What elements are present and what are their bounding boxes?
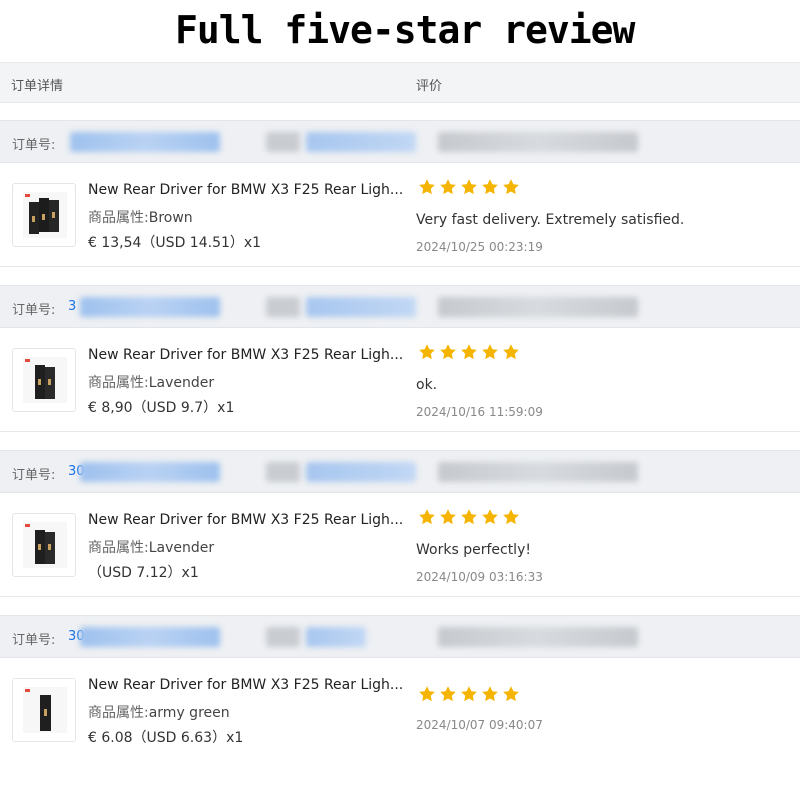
star-icon <box>419 179 435 195</box>
order-number-label: 订单号: <box>12 303 56 318</box>
star-icon <box>440 344 456 360</box>
review-date: 2024/10/07 09:40:07 <box>416 718 543 732</box>
product-title[interactable]: New Rear Driver for BMW X3 F25 Rear Ligh… <box>88 347 403 363</box>
redacted-buyer-label <box>266 297 300 317</box>
product-thumbnail[interactable] <box>12 348 76 412</box>
banner: Full five-star review <box>0 0 800 60</box>
redacted-order-number <box>80 462 220 482</box>
review-date: 2024/10/16 11:59:09 <box>416 405 543 419</box>
product-attribute: 商品属性:Brown <box>88 207 193 227</box>
star-icon <box>461 179 477 195</box>
review-comment: Very fast delivery. Extremely satisfied. <box>416 212 685 228</box>
redacted-buyer-name <box>306 462 416 482</box>
product-price: （USD 7.12）x1 <box>88 565 199 581</box>
redacted-buyer-label <box>266 462 300 482</box>
order-details-header: 订单详情 <box>11 79 64 94</box>
star-icon <box>440 179 456 195</box>
star-icon <box>482 179 498 195</box>
product-thumbnail[interactable] <box>12 513 76 577</box>
order-number[interactable]: 3 <box>68 299 76 314</box>
star-icon <box>440 509 456 525</box>
star-icon <box>482 509 498 525</box>
product-price: € 6.08（USD 6.63）x1 <box>88 730 244 746</box>
star-icon <box>440 686 456 702</box>
order-number-label: 订单号: <box>12 633 56 648</box>
review-header: 评价 <box>416 79 443 94</box>
attribute-value: Brown <box>148 210 193 226</box>
attribute-label: 商品属性: <box>88 705 149 721</box>
product-title[interactable]: New Rear Driver for BMW X3 F25 Rear Ligh… <box>88 182 403 198</box>
product-title[interactable]: New Rear Driver for BMW X3 F25 Rear Ligh… <box>88 677 403 693</box>
attribute-label: 商品属性: <box>88 210 149 226</box>
attribute-label: 商品属性: <box>88 375 149 391</box>
star-icon <box>419 686 435 702</box>
star-icon <box>461 686 477 702</box>
product-attribute: 商品属性:army green <box>88 702 230 722</box>
redacted-buyer-name <box>306 627 366 647</box>
attribute-value: Lavender <box>148 540 215 556</box>
star-icon <box>503 509 519 525</box>
review-comment: ok. <box>416 377 438 393</box>
review-comment: Works perfectly! <box>416 542 531 558</box>
attribute-value: Lavender <box>148 375 215 391</box>
order-header: 订单号: 3 <box>0 285 800 328</box>
star-icon <box>482 686 498 702</box>
product-attribute: 商品属性:Lavender <box>88 372 214 392</box>
redacted-buyer-label <box>266 627 300 647</box>
redacted-order-time <box>438 462 638 482</box>
star-rating <box>418 343 523 361</box>
product-price: € 8,90（USD 9.7）x1 <box>88 400 235 416</box>
redacted-buyer-name <box>306 297 416 317</box>
order-header: 订单号: <box>0 120 800 163</box>
order-number-label: 订单号: <box>12 468 56 483</box>
attribute-value: army green <box>148 705 230 721</box>
banner-title: Full five-star review <box>175 8 635 52</box>
redacted-buyer-name <box>306 132 416 152</box>
order-row: New Rear Driver for BMW X3 F25 Rear Ligh… <box>0 328 800 432</box>
redacted-order-number <box>80 297 220 317</box>
product-attribute: 商品属性:Lavender <box>88 537 214 557</box>
redacted-order-time <box>438 297 638 317</box>
order-header: 订单号: 30 <box>0 450 800 493</box>
redacted-buyer-label <box>266 132 300 152</box>
star-icon <box>503 179 519 195</box>
star-rating <box>418 685 523 703</box>
review-date: 2024/10/25 00:23:19 <box>416 240 543 254</box>
redacted-order-time <box>438 627 638 647</box>
redacted-order-number <box>70 132 220 152</box>
star-icon <box>503 344 519 360</box>
order-number-label: 订单号: <box>12 138 56 153</box>
product-price: € 13,54（USD 14.51）x1 <box>88 235 262 251</box>
product-thumbnail[interactable] <box>12 183 76 247</box>
product-thumbnail[interactable] <box>12 678 76 742</box>
page-bottom <box>0 745 800 800</box>
order-row: New Rear Driver for BMW X3 F25 Rear Ligh… <box>0 163 800 267</box>
table-header: 订单详情 评价 <box>0 62 800 103</box>
attribute-label: 商品属性: <box>88 540 149 556</box>
redacted-order-number <box>80 627 220 647</box>
star-icon <box>482 344 498 360</box>
product-title[interactable]: New Rear Driver for BMW X3 F25 Rear Ligh… <box>88 512 403 528</box>
star-icon <box>461 344 477 360</box>
star-icon <box>461 509 477 525</box>
order-row: New Rear Driver for BMW X3 F25 Rear Ligh… <box>0 493 800 597</box>
redacted-order-time <box>438 132 638 152</box>
star-rating <box>418 178 523 196</box>
review-date: 2024/10/09 03:16:33 <box>416 570 543 584</box>
star-rating <box>418 508 523 526</box>
star-icon <box>419 344 435 360</box>
star-icon <box>419 509 435 525</box>
order-header: 订单号: 30 <box>0 615 800 658</box>
star-icon <box>503 686 519 702</box>
